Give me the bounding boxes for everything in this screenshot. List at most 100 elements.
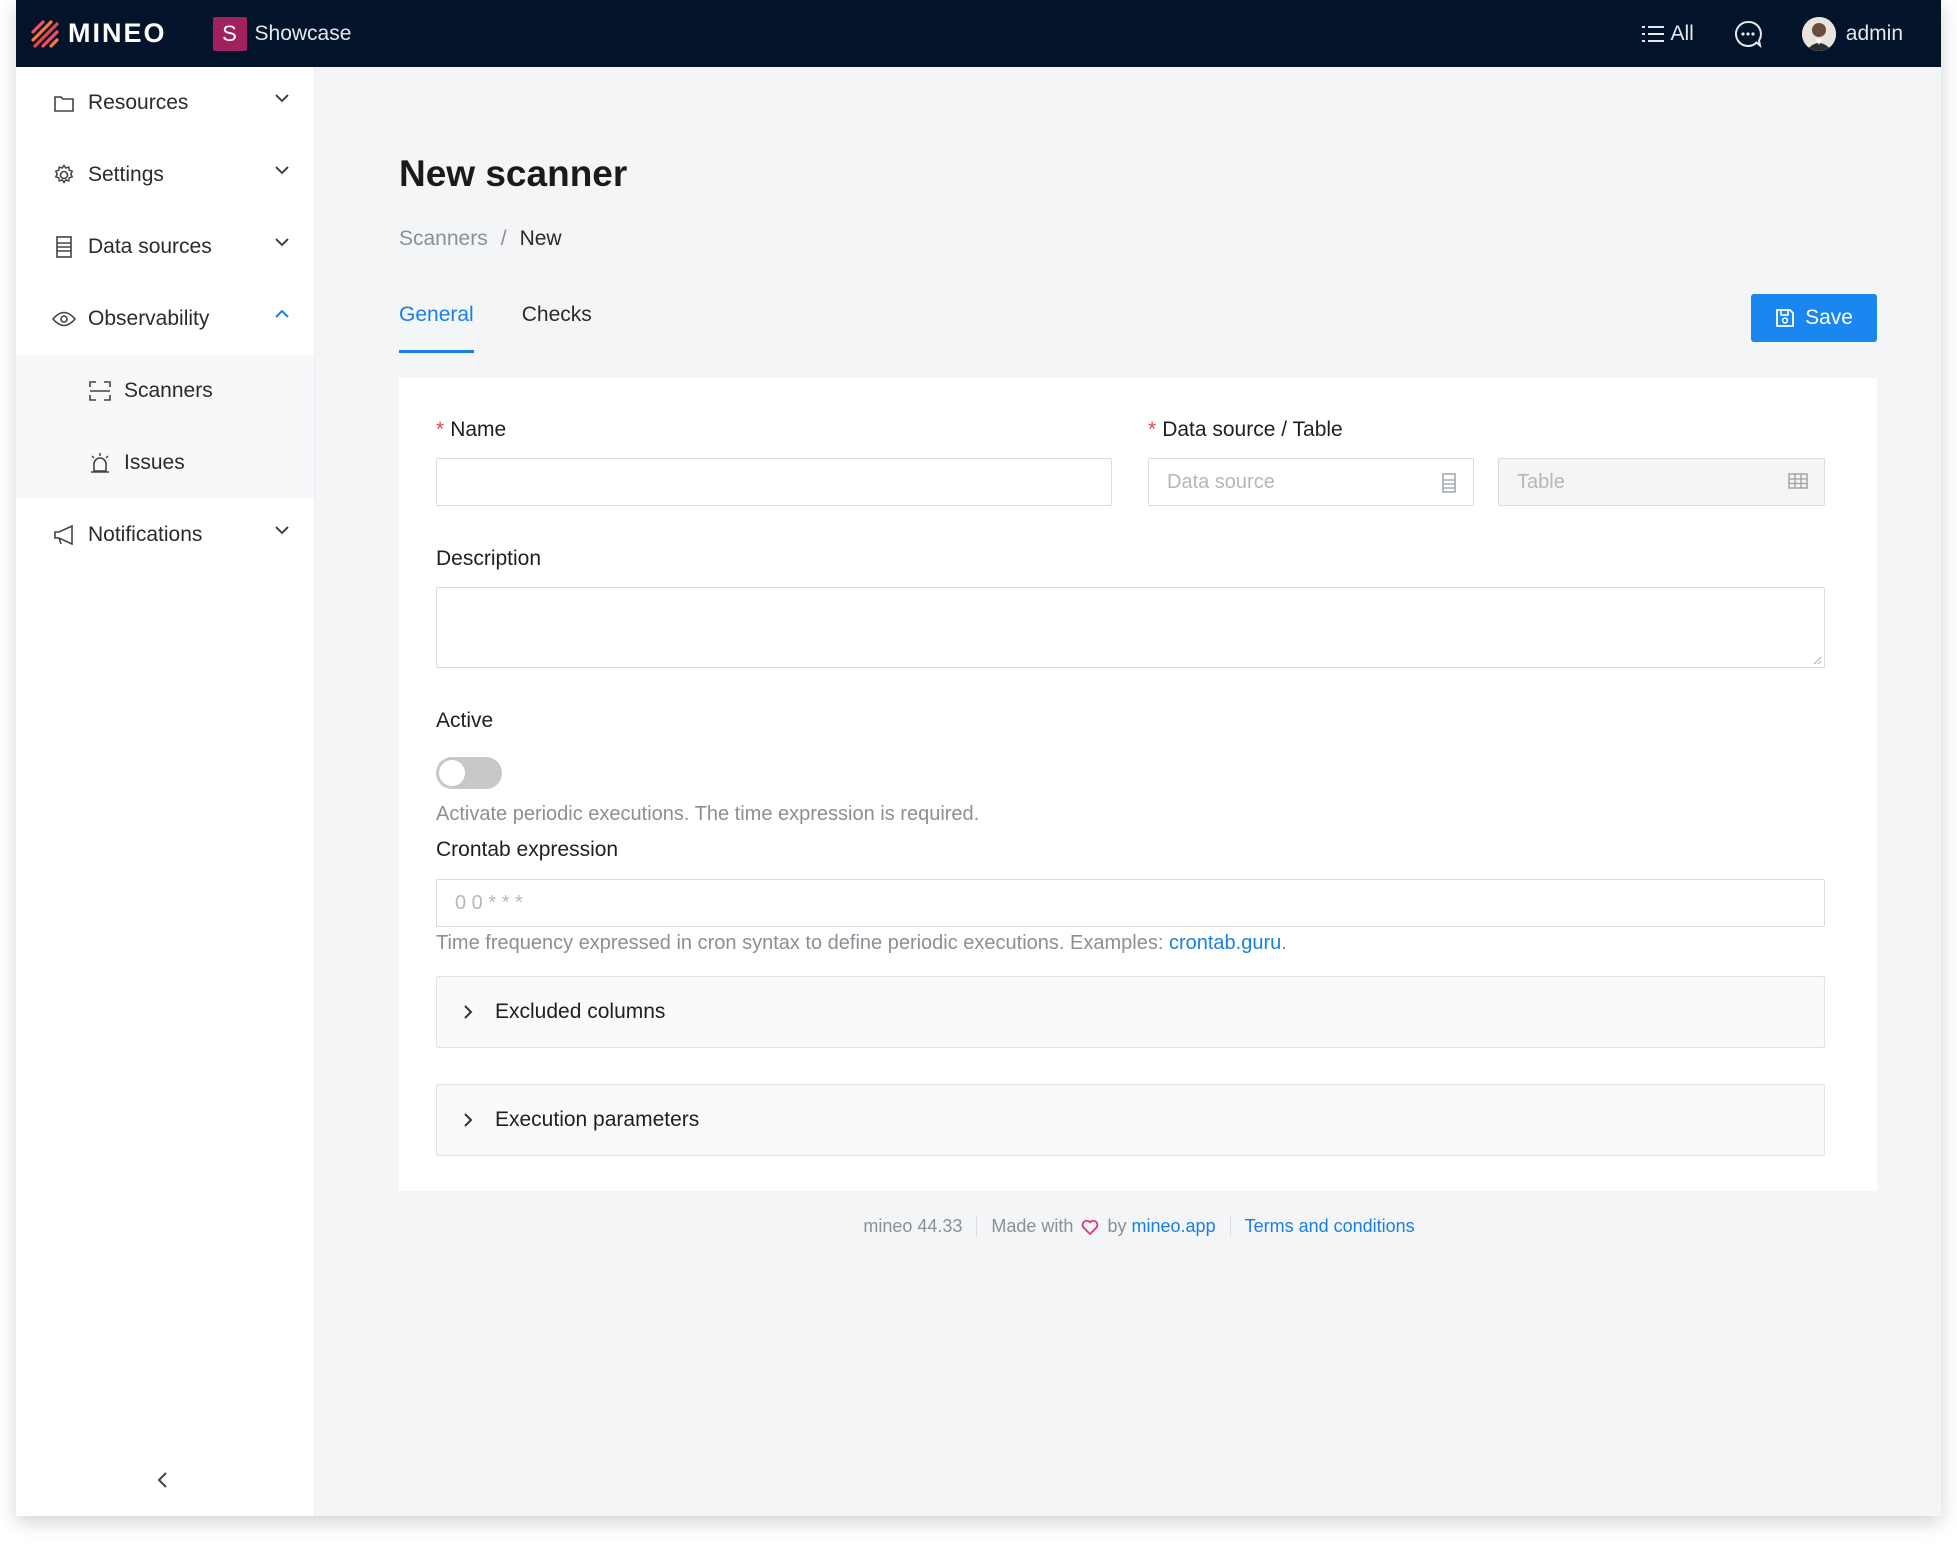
workspace-switcher[interactable]: S Showcase <box>212 16 352 51</box>
chevron-down-icon <box>275 526 289 535</box>
sidebar-item-label: Data sources <box>88 235 212 258</box>
by-label: by <box>1107 1216 1127 1236</box>
chevron-down-icon <box>275 166 289 175</box>
excluded-columns-panel[interactable]: Excluded columns <box>436 976 1825 1048</box>
folder-icon <box>52 91 76 115</box>
datasource-placeholder: Data source <box>1167 470 1275 493</box>
user-avatar-icon <box>1801 16 1836 51</box>
chat-button[interactable] <box>1734 20 1762 48</box>
breadcrumb-separator: / <box>500 227 507 250</box>
heart-icon <box>1081 1219 1099 1236</box>
breadcrumb: Scanners / New <box>399 227 562 251</box>
sidebar-item-notifications[interactable]: Notifications <box>16 499 314 571</box>
crontab-label: Crontab expression <box>436 838 619 861</box>
sidebar-subitem-label: Issues <box>124 451 185 474</box>
crontab-help-text: Time frequency expressed in cron syntax … <box>436 932 1287 955</box>
datasource-select[interactable]: Data source <box>1148 458 1474 506</box>
sidebar-item-label: Notifications <box>88 523 203 546</box>
crontab-help-end: . <box>1281 932 1287 954</box>
description-textarea[interactable] <box>436 587 1825 668</box>
sidebar-item-scanners[interactable]: Scanners <box>16 355 314 427</box>
tab-bar: General Checks <box>399 297 640 353</box>
top-bar: MINEO S Showcase All admin <box>16 0 1941 67</box>
table-placeholder: Table <box>1517 470 1565 493</box>
table-select[interactable]: Table <box>1498 458 1825 506</box>
brand-logo[interactable]: MINEO <box>30 18 167 49</box>
sidebar-item-data-sources[interactable]: Data sources <box>16 211 314 283</box>
chevron-up-icon <box>275 309 289 318</box>
resize-handle-icon[interactable] <box>1812 655 1822 665</box>
name-input[interactable] <box>436 458 1112 506</box>
active-toggle[interactable] <box>436 757 502 789</box>
chat-icon <box>1734 20 1762 48</box>
save-button[interactable]: Save <box>1751 294 1877 342</box>
made-with-text: Made with by mineo.app <box>991 1216 1215 1237</box>
chevron-right-icon <box>464 1005 473 1019</box>
sidebar-item-label: Observability <box>88 307 210 330</box>
breadcrumb-current: New <box>519 227 562 250</box>
sidebar-collapse-button[interactable] <box>156 1471 168 1494</box>
made-with-label: Made with <box>991 1216 1074 1236</box>
sidebar-item-issues[interactable]: Issues <box>16 427 314 499</box>
user-name: admin <box>1845 21 1903 45</box>
footer: mineo 44.33 Made with by mineo.app Terms… <box>399 1216 1879 1237</box>
avatar <box>1801 16 1836 51</box>
alarm-icon <box>88 451 112 475</box>
gear-icon <box>52 163 76 187</box>
execution-parameters-label: Execution parameters <box>495 1108 700 1131</box>
tab-checks[interactable]: Checks <box>522 297 592 353</box>
crontab-guru-link[interactable]: crontab.guru <box>1169 932 1281 954</box>
chevron-left-icon <box>157 1472 167 1488</box>
required-marker: * <box>436 418 445 441</box>
toggle-knob <box>439 760 465 786</box>
crontab-help-body: Time frequency expressed in cron syntax … <box>436 932 1169 954</box>
chevron-right-icon <box>464 1113 473 1127</box>
scanner-form: * Name * Data source / Table Data source T… <box>399 378 1877 1191</box>
footer-divider <box>1229 1216 1231 1236</box>
name-label: * Name <box>436 418 506 442</box>
database-icon <box>1442 473 1456 493</box>
database-icon <box>52 235 76 259</box>
megaphone-icon <box>52 523 76 547</box>
eye-icon <box>52 307 76 331</box>
observability-submenu: Scanners Issues <box>16 355 314 499</box>
required-marker: * <box>1148 418 1157 441</box>
user-menu[interactable]: admin <box>1801 16 1903 51</box>
sidebar-item-label: Resources <box>88 91 189 114</box>
crontab-input[interactable]: 0 0 * * * <box>436 879 1825 927</box>
chevron-down-icon <box>275 94 289 103</box>
top-right-controls: All admin <box>1642 16 1903 51</box>
footer-divider <box>976 1216 978 1236</box>
sidebar-subitem-label: Scanners <box>124 379 213 402</box>
datasource-label-text: Data source / Table <box>1162 418 1343 441</box>
chevron-down-icon <box>275 238 289 247</box>
datasource-label: * Data source / Table <box>1148 418 1343 442</box>
list-icon <box>1642 25 1665 42</box>
scan-icon <box>88 379 112 403</box>
active-help-text: Activate periodic executions. The time e… <box>436 803 980 825</box>
sidebar-item-observability[interactable]: Observability <box>16 283 314 355</box>
sidebar-item-settings[interactable]: Settings <box>16 139 314 211</box>
excluded-columns-label: Excluded columns <box>495 1000 666 1023</box>
terms-link[interactable]: Terms and conditions <box>1245 1216 1415 1237</box>
crontab-placeholder: 0 0 * * * <box>455 891 523 914</box>
filter-all-button[interactable]: All <box>1642 21 1694 46</box>
table-icon <box>1788 473 1808 489</box>
app-window: MINEO S Showcase All admin Resources Set… <box>16 0 1941 1516</box>
brand-name: MINEO <box>68 18 167 48</box>
active-label: Active <box>436 709 494 732</box>
mineo-app-link[interactable]: mineo.app <box>1132 1216 1216 1236</box>
breadcrumb-scanners-link[interactable]: Scanners <box>399 227 488 251</box>
workspace-name: Showcase <box>254 21 352 45</box>
filter-all-label: All <box>1670 21 1694 45</box>
sidebar-item-resources[interactable]: Resources <box>16 67 314 139</box>
workspace-badge: S <box>212 16 247 51</box>
save-icon <box>1776 309 1794 327</box>
sidebar-item-label: Settings <box>88 163 164 186</box>
tab-general[interactable]: General <box>399 297 474 353</box>
description-label: Description <box>436 547 542 570</box>
mineo-logo-icon <box>31 19 59 48</box>
execution-parameters-panel[interactable]: Execution parameters <box>436 1084 1825 1156</box>
name-label-text: Name <box>450 418 507 441</box>
app-version: mineo 44.33 <box>863 1216 963 1236</box>
